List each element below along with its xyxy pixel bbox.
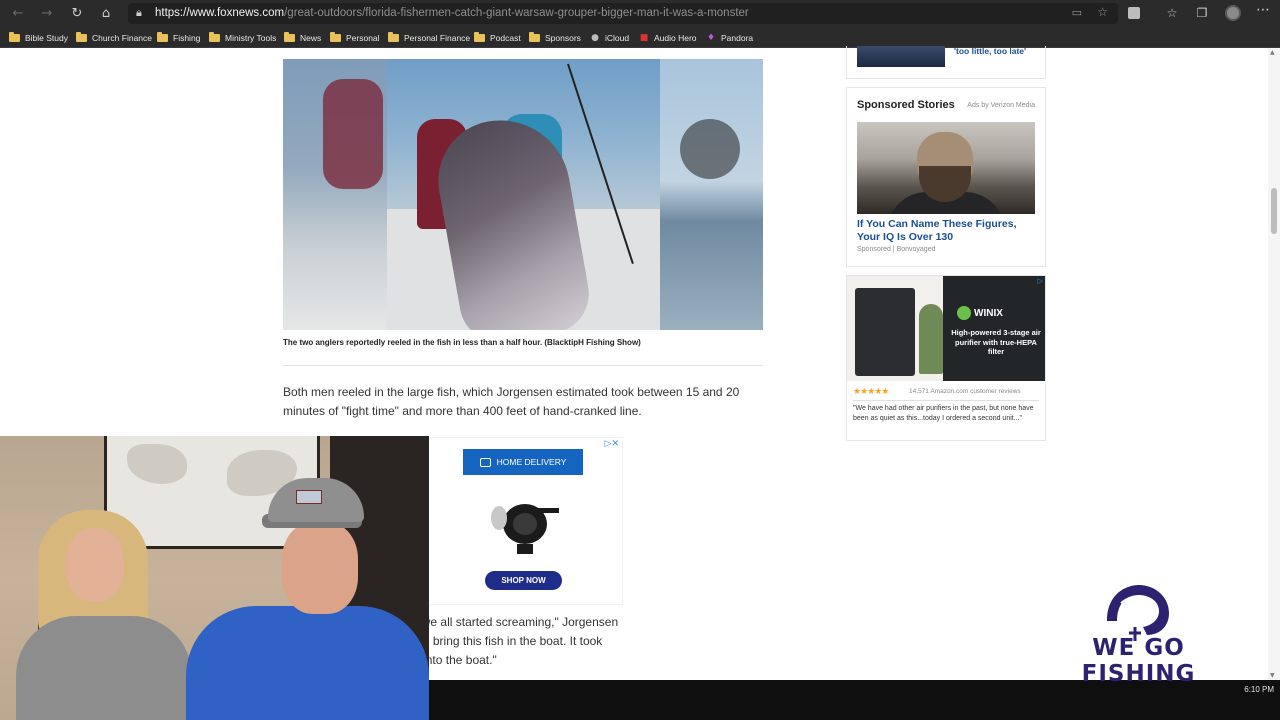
ads-by-label[interactable]: Ads by Verizon Media bbox=[967, 102, 1035, 109]
related-story-thumbnail[interactable] bbox=[857, 46, 945, 67]
map-land-shape bbox=[127, 444, 187, 484]
extension-icon[interactable] bbox=[1128, 7, 1140, 19]
review-count: 14,571 Amazon.com customer reviews bbox=[909, 388, 1021, 395]
more-menu-icon[interactable]: ⋯ bbox=[1256, 2, 1270, 18]
shop-now-button[interactable]: SHOP NOW bbox=[485, 571, 562, 590]
bookmarks-bar: Bible Study Church Finance Fishing Minis… bbox=[0, 27, 1280, 48]
folder-icon bbox=[157, 32, 168, 42]
page-scrollbar[interactable]: ▲ ▼ bbox=[1268, 48, 1280, 680]
forward-icon[interactable]: → bbox=[37, 4, 57, 24]
bookmark-fishing[interactable]: Fishing bbox=[157, 31, 200, 45]
sponsored-story-source: Sponsored | Bonvoyaged bbox=[857, 246, 936, 253]
pandora-icon: ♦ bbox=[706, 33, 716, 43]
box-icon bbox=[479, 457, 491, 467]
folder-icon bbox=[76, 32, 87, 42]
woman-face-shape bbox=[66, 528, 124, 602]
related-story-card[interactable]: 'too little, too late' bbox=[846, 46, 1046, 79]
scroll-up-icon[interactable]: ▲ bbox=[1270, 49, 1275, 56]
winix-tagline: High-powered 3-stage air purifier with t… bbox=[951, 328, 1041, 356]
we-go-fishing-logo: WE GO FISHING bbox=[1036, 583, 1241, 693]
image-caption: The two anglers reportedly reeled in the… bbox=[283, 338, 641, 347]
fish-logo-icon bbox=[1107, 585, 1169, 641]
caption-divider bbox=[283, 365, 763, 366]
divider bbox=[853, 400, 1039, 401]
folder-icon bbox=[9, 32, 20, 42]
scroll-down-icon[interactable]: ▼ bbox=[1270, 672, 1275, 679]
back-icon[interactable]: ← bbox=[8, 4, 28, 24]
bookmark-personal-finance[interactable]: Personal Finance bbox=[388, 31, 470, 45]
winix-logo: WINIX bbox=[957, 306, 1003, 320]
adchoices-icon[interactable]: ▷ bbox=[1038, 277, 1043, 285]
home-icon[interactable]: ⌂ bbox=[96, 4, 116, 24]
browser-toolbar: ← → ↻ ⌂ 🔒︎ https://www.foxnews.com/great… bbox=[0, 0, 1280, 27]
folder-icon bbox=[284, 32, 295, 42]
related-story-link[interactable]: 'too little, too late' bbox=[954, 46, 1026, 56]
folder-icon bbox=[529, 32, 540, 42]
bookmark-audio-hero[interactable]: ■ Audio Hero bbox=[639, 31, 697, 45]
profile-avatar[interactable] bbox=[1225, 5, 1241, 21]
home-delivery-label: HOME DELIVERY bbox=[496, 457, 567, 467]
inline-ad[interactable]: ▷✕ HOME DELIVERY SHOP NOW bbox=[428, 437, 623, 605]
sponsored-heading: Sponsored Stories bbox=[857, 99, 955, 111]
webcam-overlay bbox=[0, 436, 429, 720]
screen: ← → ↻ ⌂ 🔒︎ https://www.foxnews.com/great… bbox=[0, 0, 1280, 720]
sponsored-story-title[interactable]: If You Can Name These Figures, Your IQ I… bbox=[857, 218, 1037, 244]
image-main-panel bbox=[387, 59, 660, 330]
lock-icon: 🔒︎ bbox=[136, 6, 142, 19]
audio-hero-icon: ■ bbox=[639, 33, 649, 43]
favorite-star-icon[interactable]: ☆ bbox=[1097, 5, 1108, 19]
bookmark-sponsors[interactable]: Sponsors bbox=[529, 31, 581, 45]
reader-view-icon[interactable]: ▭ bbox=[1072, 6, 1082, 19]
apple-icon: ● bbox=[591, 33, 599, 43]
bookmark-pandora[interactable]: ♦ Pandora bbox=[706, 31, 753, 45]
folder-icon bbox=[388, 32, 399, 42]
bookmark-bible-study[interactable]: Bible Study bbox=[9, 31, 68, 45]
article-hero-image[interactable] bbox=[283, 59, 763, 330]
winix-ad-image[interactable]: WINIX High-powered 3-stage air purifier … bbox=[847, 276, 1045, 381]
flag-patch-shape bbox=[296, 490, 322, 504]
man-face-shape bbox=[282, 522, 358, 614]
we-go-fishing-text: WE GO FISHING bbox=[1081, 635, 1196, 687]
winix-ad[interactable]: WINIX High-powered 3-stage air purifier … bbox=[846, 275, 1046, 441]
url-text[interactable]: https://www.foxnews.com/great-outdoors/f… bbox=[155, 7, 749, 19]
folder-icon bbox=[474, 32, 485, 42]
scrollbar-thumb[interactable] bbox=[1271, 188, 1277, 234]
folder-icon bbox=[330, 32, 341, 42]
bookmark-personal[interactable]: Personal bbox=[330, 31, 380, 45]
woman-body-shape bbox=[16, 616, 192, 720]
image-left-panel bbox=[283, 59, 387, 330]
clock[interactable]: 6:10 PM bbox=[1244, 685, 1274, 694]
bookmark-church-finance[interactable]: Church Finance bbox=[76, 31, 152, 45]
air-purifier-shape bbox=[855, 288, 915, 376]
arm-shape bbox=[323, 79, 383, 189]
sponsored-stories-card: Sponsored Stories Ads by Verizon Media I… bbox=[846, 87, 1046, 267]
customer-quote: "We have had other air purifiers in the … bbox=[853, 405, 1034, 422]
winix-logo-icon bbox=[957, 306, 971, 320]
rating-stars: ★★★★★ bbox=[853, 387, 889, 397]
address-bar[interactable]: 🔒︎ https://www.foxnews.com/great-outdoor… bbox=[128, 3, 1118, 24]
collections-icon[interactable]: ❐ bbox=[1194, 5, 1210, 21]
plant-shape bbox=[919, 304, 943, 374]
reel-shape bbox=[680, 119, 740, 179]
fishing-reel-icon bbox=[491, 504, 559, 554]
bookmark-podcast[interactable]: Podcast bbox=[474, 31, 521, 45]
bookmark-ministry-tools[interactable]: Ministry Tools bbox=[209, 31, 276, 45]
winix-brand: WINIX bbox=[974, 307, 1003, 319]
favorites-icon[interactable]: ☆ bbox=[1164, 5, 1180, 21]
man-body-shape bbox=[186, 606, 429, 720]
home-delivery-banner[interactable]: HOME DELIVERY bbox=[463, 449, 583, 475]
bookmark-icloud[interactable]: ● iCloud bbox=[590, 31, 629, 45]
folder-icon bbox=[209, 32, 220, 42]
adchoices-icon[interactable]: ▷✕ bbox=[605, 439, 619, 449]
image-right-panel bbox=[660, 59, 763, 330]
article-paragraph: Both men reeled in the large fish, which… bbox=[283, 385, 740, 418]
sponsored-story-image[interactable] bbox=[857, 122, 1035, 214]
reload-icon[interactable]: ↻ bbox=[67, 4, 87, 24]
bookmark-news[interactable]: News bbox=[284, 31, 321, 45]
